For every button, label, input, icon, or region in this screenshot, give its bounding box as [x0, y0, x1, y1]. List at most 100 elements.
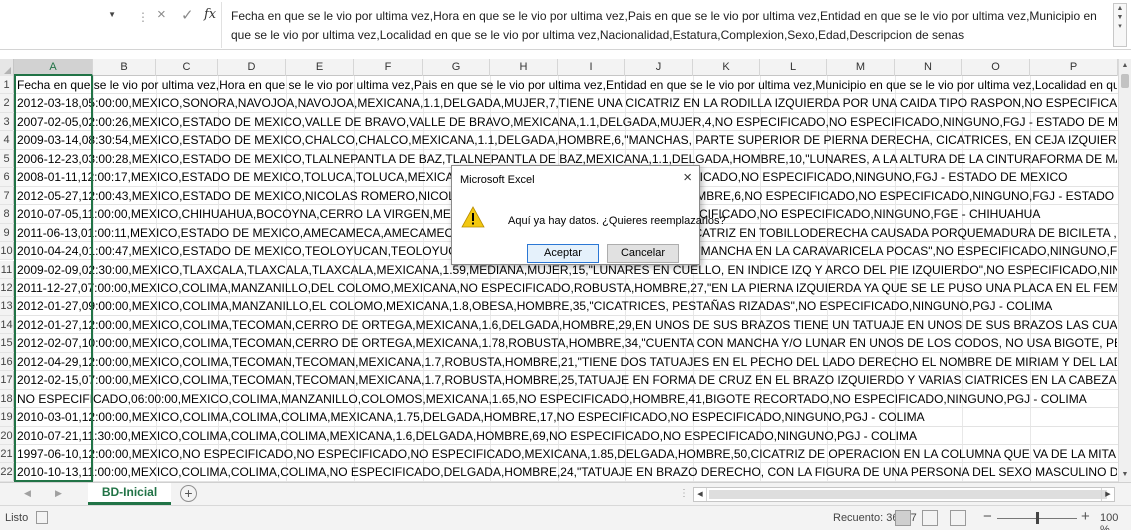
table-row: 4 2009-03-14,08:30:54,MEXICO,ESTADO DE ME… [0, 131, 1118, 150]
row-header[interactable]: 7 [0, 186, 14, 205]
table-row: 2 2012-03-18,05:00:00,MEXICO,SONORA,NAVOJ… [0, 94, 1118, 113]
zoom-slider-thumb[interactable] [1036, 512, 1039, 524]
accept-button[interactable]: Aceptar [527, 244, 599, 263]
column-header-c[interactable]: C [156, 59, 218, 76]
column-header-k[interactable]: K [693, 59, 760, 76]
add-sheet-button[interactable]: + [180, 485, 197, 502]
column-header-j[interactable]: J [625, 59, 693, 76]
cell-a[interactable]: 2010-07-21,11:30:00,MEXICO,COLIMA,COLIMA… [17, 427, 1117, 444]
horizontal-scrollbar[interactable]: ◀ ▶ [693, 487, 1115, 502]
row-header[interactable]: 14 [0, 315, 14, 334]
row-header[interactable]: 4 [0, 131, 14, 149]
cell-a[interactable]: 1997-06-10,12:00:00,MEXICO,NO ESPECIFICA… [17, 445, 1117, 462]
cell-a[interactable]: 2012-02-15,07:00:00,MEXICO,COLIMA,TECOMA… [17, 371, 1117, 388]
row-header[interactable]: 21 [0, 445, 14, 463]
row-header[interactable]: 3 [0, 112, 14, 131]
row-header[interactable]: 12 [0, 278, 14, 297]
column-header-h[interactable]: H [490, 59, 558, 76]
cell-a[interactable]: 2011-12-27,07:00:00,MEXICO,COLIMA,MANZAN… [17, 279, 1117, 296]
cell-a[interactable]: NO ESPECIFICADO,06:00:00,MEXICO,COLIMA,M… [17, 390, 1117, 407]
page-break-view-button[interactable] [950, 510, 966, 526]
zoom-out-icon[interactable]: − [983, 508, 992, 525]
table-row: 18 NO ESPECIFICADO,06:00:00,MEXICO,COLIMA… [0, 389, 1118, 409]
tab-split-handle-icon[interactable]: ⋮ [679, 488, 689, 499]
row-header[interactable]: 17 [0, 371, 14, 389]
previous-sheet-icon[interactable]: ◀ [24, 488, 31, 499]
row-header[interactable]: 20 [0, 426, 14, 444]
zoom-in-icon[interactable]: + [1081, 508, 1090, 525]
chevron-down-icon[interactable]: ▼ [108, 10, 116, 19]
name-box[interactable]: ▼ [2, 7, 130, 29]
table-row: 22 2010-10-13,11:00:00,MEXICO,COLIMA,COLI… [0, 463, 1118, 482]
macro-record-icon[interactable] [36, 511, 48, 524]
horizontal-scroll-thumb[interactable] [709, 490, 1107, 499]
cell-grid[interactable]: 1 Fecha en que se le vio por ultima vez,H… [0, 76, 1118, 482]
table-row: 16 2012-04-29,12:00:00,MEXICO,COLIMA,TECO… [0, 352, 1118, 372]
scroll-down-icon[interactable]: ▼ [1114, 13, 1126, 22]
next-sheet-icon[interactable]: ▶ [55, 488, 62, 499]
row-header[interactable]: 10 [0, 242, 14, 260]
scroll-right-icon[interactable]: ▶ [1101, 488, 1114, 501]
formula-bar-scroll[interactable]: ▲ ▼ ▾ [1113, 3, 1127, 47]
zoom-level[interactable]: 100 % [1100, 512, 1131, 530]
row-header[interactable]: 9 [0, 223, 14, 242]
dialog-message: Aquí ya hay datos. ¿Quieres reemplazarlo… [508, 215, 726, 227]
cell-a[interactable]: Fecha en que se le vio por ultima vez,Ho… [17, 76, 1117, 93]
cell-a[interactable]: 2012-03-18,05:00:00,MEXICO,SONORA,NAVOJO… [17, 94, 1117, 111]
column-header-d[interactable]: D [218, 59, 286, 76]
cell-a[interactable]: 2007-02-05,02:00:26,MEXICO,ESTADO DE MEX… [17, 113, 1117, 130]
cell-a[interactable]: 2012-01-27,12:00:00,MEXICO,COLIMA,TECOMA… [17, 316, 1117, 333]
column-header-bar: ABCDEFGHIJKLMNOP [0, 59, 1118, 76]
row-header[interactable]: 6 [0, 168, 14, 186]
formula-content[interactable]: Fecha en que se le vio por ultima vez,Ho… [231, 7, 1103, 47]
scroll-down-icon[interactable]: ▼ [1119, 468, 1131, 482]
column-header-m[interactable]: M [827, 59, 895, 76]
column-header-i[interactable]: I [558, 59, 625, 76]
scroll-up-icon[interactable]: ▲ [1119, 59, 1131, 73]
column-header-f[interactable]: F [354, 59, 423, 76]
cancel-entry-icon[interactable]: × [157, 6, 166, 23]
vertical-scrollbar[interactable]: ▲ ▼ [1118, 59, 1131, 482]
row-header[interactable]: 22 [0, 463, 14, 481]
row-header[interactable]: 2 [0, 94, 14, 112]
page-layout-view-button[interactable] [922, 510, 938, 526]
select-all-button[interactable] [0, 59, 14, 76]
row-header[interactable]: 5 [0, 149, 14, 168]
row-header[interactable]: 18 [0, 389, 14, 408]
sheet-tab-bd-inicial[interactable]: BD-Inicial [88, 483, 171, 505]
cancel-button[interactable]: Cancelar [607, 244, 679, 263]
expand-formula-icon[interactable]: ▾ [1114, 22, 1126, 31]
insert-function-icon[interactable]: fx [204, 7, 216, 22]
normal-view-button[interactable] [895, 510, 911, 526]
scroll-up-icon[interactable]: ▲ [1114, 4, 1126, 13]
table-row: 17 2012-02-15,07:00:00,MEXICO,COLIMA,TECO… [0, 371, 1118, 390]
cell-a[interactable]: 2012-02-07,10:00:00,MEXICO,COLIMA,TECOMA… [17, 334, 1117, 351]
scroll-thumb[interactable] [1121, 74, 1129, 88]
close-icon[interactable]: × [683, 169, 692, 186]
column-header-n[interactable]: N [895, 59, 962, 76]
column-header-o[interactable]: O [962, 59, 1030, 76]
row-header[interactable]: 1 [0, 76, 14, 94]
row-header[interactable]: 13 [0, 297, 14, 315]
status-bar: Listo Recuento: 36157 − + 100 % [0, 505, 1131, 530]
column-header-l[interactable]: L [760, 59, 827, 76]
cell-a[interactable]: 2012-04-29,12:00:00,MEXICO,COLIMA,TECOMA… [17, 353, 1117, 370]
column-header-g[interactable]: G [423, 59, 490, 76]
row-header[interactable]: 16 [0, 352, 14, 371]
enter-entry-icon[interactable]: ✓ [181, 6, 194, 24]
cell-a[interactable]: 2010-03-01,12:00:00,MEXICO,COLIMA,COLIMA… [17, 408, 1117, 425]
table-row: 12 2011-12-27,07:00:00,MEXICO,COLIMA,MANZ… [0, 278, 1118, 298]
column-header-a[interactable]: A [14, 59, 93, 76]
cell-a[interactable]: 2012-01-27,09:00:00,MEXICO,COLIMA,MANZAN… [17, 297, 1117, 314]
cell-a[interactable]: 2010-10-13,11:00:00,MEXICO,COLIMA,COLIMA… [17, 463, 1117, 480]
row-header[interactable]: 8 [0, 205, 14, 223]
column-header-e[interactable]: E [286, 59, 354, 76]
scroll-left-icon[interactable]: ◀ [694, 488, 707, 501]
column-header-b[interactable]: B [93, 59, 156, 76]
sheet-tab-bar: ◀ ▶ BD-Inicial + ⋮ ◀ ▶ [0, 482, 1131, 505]
row-header[interactable]: 19 [0, 408, 14, 426]
cell-a[interactable]: 2009-03-14,08:30:54,MEXICO,ESTADO DE MEX… [17, 131, 1117, 148]
row-header[interactable]: 15 [0, 334, 14, 352]
row-header[interactable]: 11 [0, 260, 14, 278]
column-header-p[interactable]: P [1030, 59, 1118, 76]
